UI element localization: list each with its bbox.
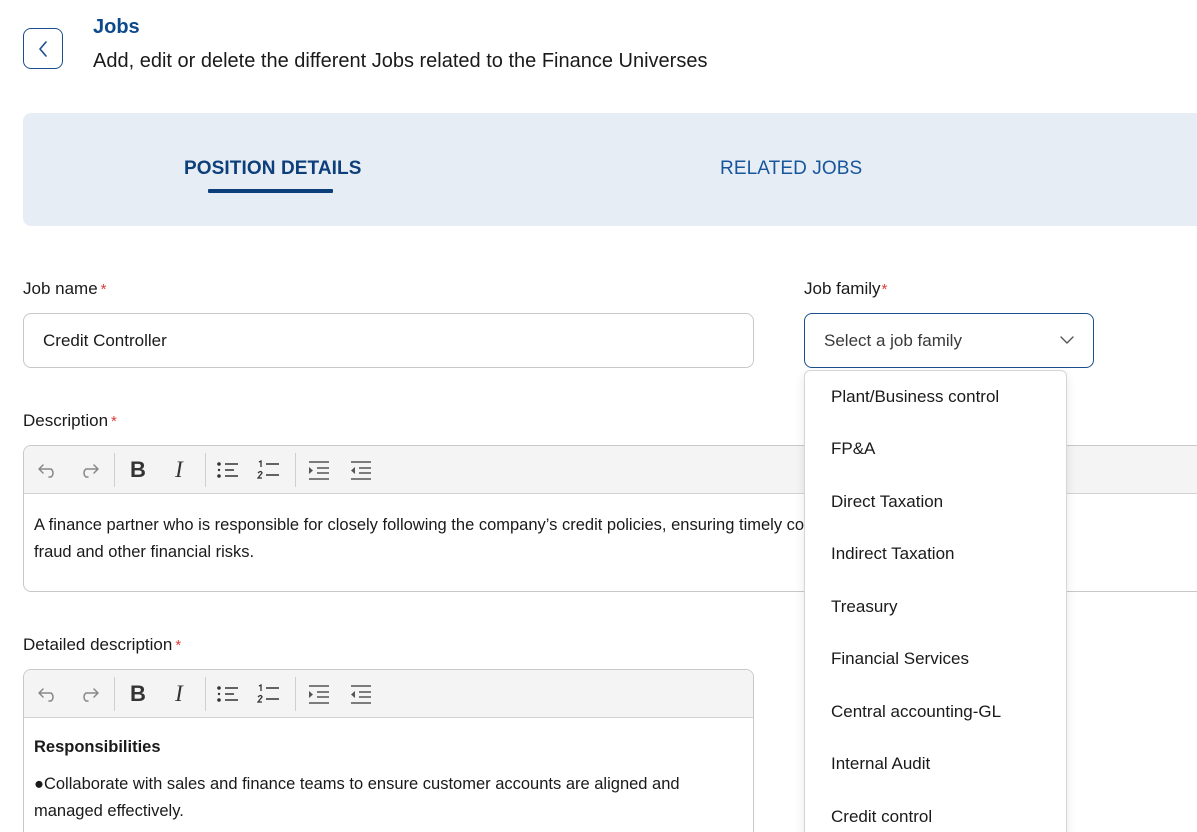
bold-icon: B — [130, 681, 146, 706]
redo-button[interactable] — [74, 679, 104, 709]
active-tab-indicator — [208, 189, 333, 193]
indent-icon — [309, 685, 329, 704]
bullet-line: managed effectively. — [34, 802, 184, 820]
undo-button[interactable] — [33, 455, 63, 485]
job-family-dropdown: Plant/Business control FP&A Direct Taxat… — [804, 370, 1067, 832]
dropdown-option[interactable]: FP&A — [831, 439, 875, 459]
dropdown-option[interactable]: Treasury — [831, 597, 897, 617]
italic-button[interactable]: I — [164, 455, 194, 485]
toolbar-divider — [295, 453, 296, 487]
page-title: Jobs — [93, 16, 140, 38]
job-family-select[interactable]: Select a job family — [804, 313, 1094, 368]
outdent-icon — [351, 461, 371, 480]
bold-icon: B — [130, 457, 146, 482]
job-name-label: Job name * — [23, 279, 107, 299]
indent-button[interactable] — [304, 679, 334, 709]
tab-position-details[interactable]: POSITION DETAILS — [184, 158, 362, 180]
dropdown-option[interactable]: Indirect Taxation — [831, 544, 954, 564]
toolbar-divider — [114, 453, 115, 487]
dropdown-option[interactable]: Direct Taxation — [831, 492, 943, 512]
undo-icon — [38, 464, 54, 478]
tabs-bar: POSITION DETAILS RELATED JOBS — [23, 113, 1197, 226]
toolbar-divider — [295, 677, 296, 711]
back-button[interactable] — [23, 28, 63, 69]
dropdown-option[interactable]: Financial Services — [831, 649, 969, 669]
chevron-left-icon — [39, 40, 47, 57]
bold-button[interactable]: B — [123, 679, 153, 709]
responsibilities-heading: Responsibilities — [34, 738, 161, 756]
undo-icon — [38, 688, 54, 702]
page-subtitle: Add, edit or delete the different Jobs r… — [93, 50, 708, 72]
detailed-description-content[interactable]: Responsibilities ●Collaborate with sales… — [24, 718, 753, 832]
redo-icon — [83, 688, 99, 702]
italic-icon: I — [175, 457, 183, 482]
numbered-list-icon — [257, 459, 279, 479]
job-family-placeholder: Select a job family — [824, 330, 962, 350]
redo-icon — [83, 464, 99, 478]
description-label: Description * — [23, 411, 117, 431]
required-mark: * — [175, 637, 182, 654]
bullet-list-button[interactable] — [213, 679, 243, 709]
dropdown-option[interactable]: Credit control — [831, 807, 932, 827]
toolbar-divider — [114, 677, 115, 711]
bullet-list-button[interactable] — [213, 455, 243, 485]
undo-button[interactable] — [33, 679, 63, 709]
required-mark: * — [100, 281, 107, 298]
detailed-description-label: Detailed description * — [23, 635, 181, 655]
description-label-text: Description — [23, 411, 109, 430]
bold-button[interactable]: B — [123, 455, 153, 485]
required-mark: * — [881, 281, 888, 298]
outdent-button[interactable] — [346, 455, 376, 485]
bullet-line: ●Collaborate with sales and finance team… — [34, 775, 680, 793]
outdent-icon — [351, 685, 371, 704]
tab-related-jobs[interactable]: RELATED JOBS — [720, 158, 862, 180]
bullet-list-icon — [217, 686, 238, 702]
indent-button[interactable] — [304, 455, 334, 485]
outdent-button[interactable] — [346, 679, 376, 709]
required-mark: * — [111, 413, 117, 430]
numbered-list-button[interactable] — [254, 679, 284, 709]
bullet-list-icon — [217, 462, 238, 478]
job-name-label-text: Job name — [23, 279, 98, 298]
chevron-down-icon — [1060, 336, 1074, 344]
numbered-list-button[interactable] — [254, 455, 284, 485]
job-name-input[interactable] — [23, 313, 754, 368]
detailed-description-label-text: Detailed description — [23, 635, 173, 654]
indent-icon — [309, 461, 329, 480]
dropdown-option[interactable]: Internal Audit — [831, 754, 930, 774]
detailed-description-editor: B I Responsibilities ●Collaborate with s… — [23, 669, 754, 832]
italic-button[interactable]: I — [164, 679, 194, 709]
dropdown-option[interactable]: Plant/Business control — [831, 387, 999, 407]
toolbar-divider — [205, 677, 206, 711]
dropdown-option[interactable]: Central accounting-GL — [831, 702, 1001, 722]
editor-toolbar: B I — [24, 670, 753, 718]
job-family-label: Job family* — [804, 279, 887, 299]
redo-button[interactable] — [74, 455, 104, 485]
numbered-list-icon — [257, 683, 279, 703]
toolbar-divider — [205, 453, 206, 487]
job-family-label-text: Job family — [804, 279, 881, 298]
italic-icon: I — [175, 681, 183, 706]
